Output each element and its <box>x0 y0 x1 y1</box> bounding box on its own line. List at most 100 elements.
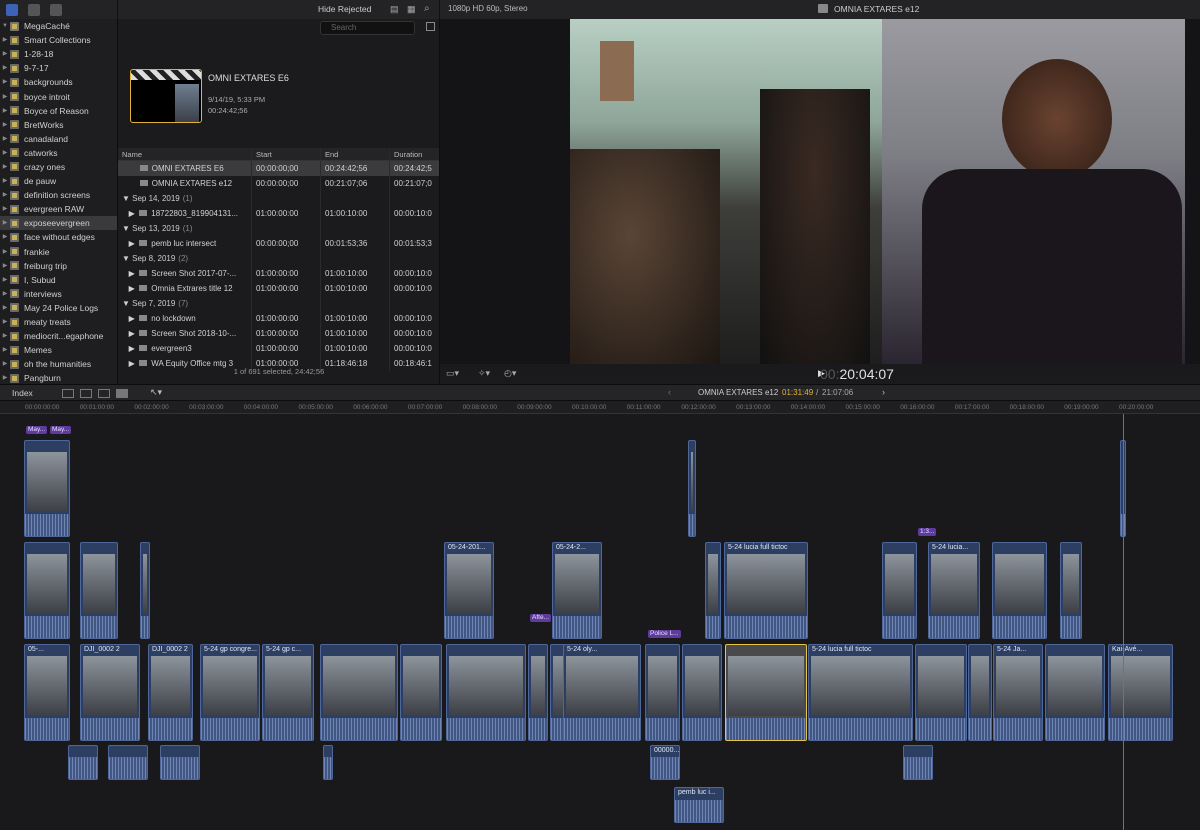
timeline-clip[interactable]: 05-... <box>24 644 70 741</box>
audio-clip[interactable] <box>108 745 148 780</box>
timeline-clip[interactable] <box>645 644 680 741</box>
disclosure-icon[interactable]: ▶ <box>0 61 10 75</box>
timeline-clip[interactable]: 5-24 lucia full tictoc <box>808 644 913 741</box>
timeline-clip[interactable] <box>140 542 150 639</box>
library-event[interactable]: ▶ crazy ones <box>0 160 117 174</box>
audio-clip[interactable] <box>903 745 933 780</box>
timeline-clip[interactable] <box>446 644 526 741</box>
timeline-clip[interactable] <box>705 542 721 639</box>
transform-icon[interactable]: ▭▾ <box>446 368 459 379</box>
timeline-clip[interactable]: 05-24-2... <box>552 542 602 639</box>
timeline-clip[interactable] <box>915 644 967 741</box>
playhead[interactable] <box>1123 414 1124 830</box>
disclosure-icon[interactable]: ▶ <box>0 132 10 146</box>
date-group-row[interactable]: ▼ Sep 13, 2019 (1) <box>118 221 439 236</box>
disclosure-icon[interactable]: ▶ <box>0 230 10 244</box>
disclosure-icon[interactable]: ▶ <box>0 188 10 202</box>
library-event[interactable]: ▶ meaty treats <box>0 315 117 329</box>
clip-row[interactable]: ▶ Screen Shot 2018-10-... 01:00:00:00 01:0… <box>118 326 439 341</box>
date-group-row[interactable]: ▼ Sep 8, 2019 (2) <box>118 251 439 266</box>
clip-row[interactable]: OMNI EXTARES E6 00:00:00;00 00:24:42;56 00:… <box>118 161 439 176</box>
clip-row[interactable]: ▶ no lockdown 01:00:00:00 01:00:10:00 00:00… <box>118 311 439 326</box>
timeline-clip[interactable] <box>882 542 917 639</box>
audio-clip[interactable]: pemb luc i... <box>674 787 724 823</box>
timeline-marker[interactable]: 1:3... <box>918 528 937 536</box>
photos-icon[interactable] <box>28 3 40 16</box>
library-event[interactable]: ▶ evergreen RAW <box>0 202 117 216</box>
timeline-marker[interactable]: Afte... <box>530 614 551 622</box>
disclosure-icon[interactable]: ▶ <box>0 371 10 384</box>
timeline-clip[interactable]: 5-24 Ja... <box>993 644 1043 741</box>
search-icon[interactable]: ⌕ <box>424 3 430 14</box>
disclosure-icon[interactable]: ▶ <box>0 329 10 343</box>
clip-appearance-icon[interactable]: ▤ <box>390 4 399 15</box>
timeline-ruler[interactable]: 00:00:00:00 00:01:00:00 00:02:00:00 00:03:0… <box>0 401 1200 414</box>
disclosure-icon[interactable]: ▶ <box>0 104 10 118</box>
timeline-clip[interactable] <box>682 644 722 741</box>
audio-clip[interactable] <box>160 745 200 780</box>
disclosure-icon[interactable]: ▶ <box>0 301 10 315</box>
disclosure-icon[interactable]: ▶ <box>0 75 10 89</box>
library-event[interactable]: ▶ de pauw <box>0 174 117 188</box>
timeline-clip[interactable] <box>992 542 1047 639</box>
timeline-clip[interactable] <box>24 440 70 537</box>
library-event[interactable]: ▶ face without edges <box>0 230 117 244</box>
disclosure-icon[interactable]: ▶ <box>0 357 10 371</box>
library-event[interactable]: ▶ oh the humanities <box>0 357 117 371</box>
timeline-clip[interactable] <box>725 644 807 741</box>
timeline-clip[interactable]: 5-24 oly... <box>563 644 641 741</box>
timeline-clip[interactable] <box>968 644 992 741</box>
audio-clip[interactable] <box>323 745 333 780</box>
library-event[interactable]: ▶ definition screens <box>0 188 117 202</box>
timeline-clip[interactable] <box>1045 644 1105 741</box>
timeline-marker[interactable]: Police L... <box>648 630 681 638</box>
timeline-clip[interactable] <box>24 542 70 639</box>
disclosure-icon[interactable]: ▼ <box>122 299 132 308</box>
timeline-marker[interactable]: May... <box>26 426 48 434</box>
disclosure-icon[interactable]: ▶ <box>0 259 10 273</box>
timeline[interactable]: 05-... DJI_0002 2 DJI_0002 2 5-24 gp congre… <box>0 414 1200 830</box>
timeline-clip[interactable]: 5-24 lucia full tictoc <box>724 542 808 639</box>
search-input[interactable]: Search <box>320 21 415 35</box>
select-tool-icon[interactable]: ↖▾ <box>150 387 162 398</box>
library-event[interactable]: ▶ Smart Collections <box>0 33 117 47</box>
audio-clip[interactable]: 00000... <box>650 745 680 780</box>
library-event[interactable]: ▶ boyce introit <box>0 89 117 103</box>
timecode-display[interactable]: 00:20:04:07 <box>820 366 894 382</box>
timeline-clip[interactable]: 5-24 gp c... <box>262 644 314 741</box>
audio-clip[interactable] <box>68 745 98 780</box>
library-event[interactable]: ▶ freiburg trip <box>0 259 117 273</box>
disclosure-icon[interactable]: ▼ <box>122 194 132 203</box>
timeline-clip[interactable] <box>320 644 398 741</box>
timeline-clip[interactable] <box>1060 542 1082 639</box>
disclosure-icon[interactable]: ▶ <box>0 343 10 357</box>
retime-icon[interactable]: ◴▾ <box>504 368 516 379</box>
back-icon[interactable]: ‹ <box>668 387 671 397</box>
filmstrip-icon[interactable]: ▦ <box>407 4 416 15</box>
timeline-clip[interactable]: 5-24 gp congre... <box>200 644 260 741</box>
disclosure-icon[interactable]: ▶ <box>0 315 10 329</box>
insert-clip-icon[interactable] <box>80 389 92 398</box>
timeline-clip[interactable]: Kai-Avé... <box>1108 644 1173 741</box>
library-event[interactable]: ▶ BretWorks <box>0 118 117 132</box>
enhance-icon[interactable]: ✧▾ <box>478 368 490 379</box>
timeline-marker[interactable]: May... <box>50 426 72 434</box>
index-button[interactable]: Index <box>12 388 33 398</box>
disclosure-icon[interactable]: ▶ <box>0 287 10 301</box>
libraries-icon[interactable] <box>6 3 18 16</box>
clip-row[interactable]: OMNIA EXTARES e12 00:00:00;00 00:21:07;06 0… <box>118 176 439 191</box>
library-event[interactable]: ▶ backgrounds <box>0 75 117 89</box>
clip-row[interactable]: ▶ 18722803_819904131... 01:00:00:00 01:00:… <box>118 206 439 221</box>
clip-row[interactable]: ▶ Screen Shot 2017-07-... 01:00:00:00 01:0… <box>118 266 439 281</box>
column-duration[interactable]: Duration <box>390 148 439 160</box>
disclosure-icon[interactable]: ▶ <box>0 47 10 61</box>
disclosure-icon[interactable]: ▶ <box>0 146 10 160</box>
library-event[interactable]: ▶ catworks <box>0 146 117 160</box>
disclosure-icon[interactable]: ▶ <box>0 33 10 47</box>
clip-row[interactable]: ▶ Omnia Extrares title 12 01:00:00:00 01:0… <box>118 281 439 296</box>
timeline-clip[interactable] <box>528 644 548 741</box>
disclosure-icon[interactable]: ▶ <box>0 160 10 174</box>
clip-row[interactable]: ▶ evergreen3 01:00:00:00 01:00:10:00 00:00:… <box>118 341 439 356</box>
library-event[interactable]: ▶ I, Subud <box>0 273 117 287</box>
append-clip-icon[interactable] <box>98 389 110 398</box>
